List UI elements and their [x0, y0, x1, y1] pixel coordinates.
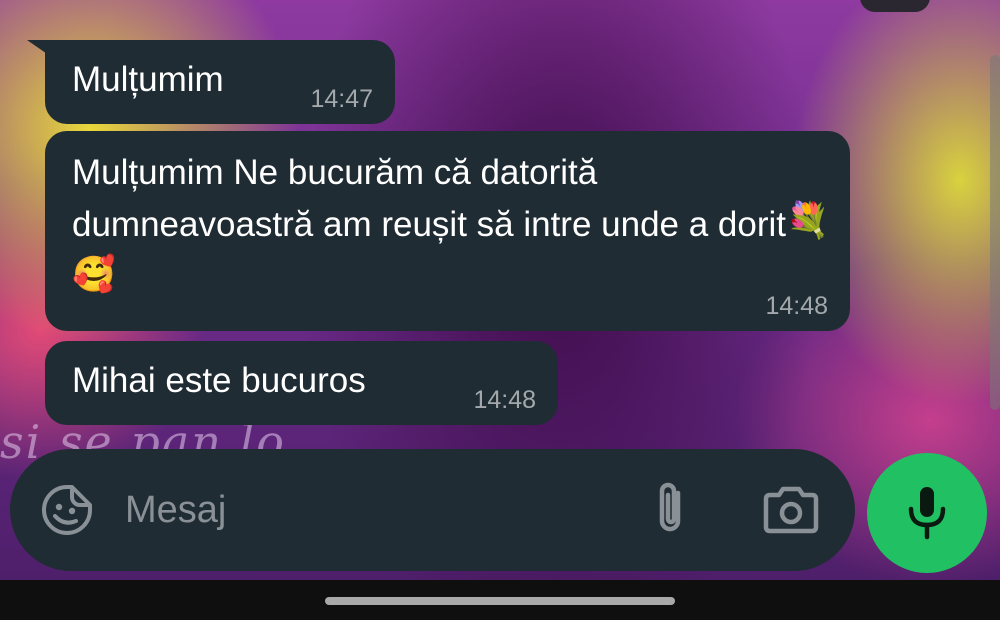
bouquet-emoji-icon: 💐 [786, 200, 830, 240]
message-time: 14:48 [765, 292, 828, 320]
smiling-face-with-hearts-emoji-icon: 🥰 [72, 254, 116, 294]
voice-record-button[interactable] [867, 453, 987, 573]
message-bubble[interactable]: Mulțumim Ne bucurăm că datorită dumneavo… [45, 131, 850, 331]
bubble-tail [27, 40, 53, 58]
sticker-icon[interactable] [40, 483, 94, 537]
message-text: Mulțumim Ne bucurăm că datorită dumneavo… [72, 153, 786, 244]
microphone-icon [908, 487, 946, 540]
camera-icon[interactable] [762, 485, 820, 535]
message-bubble[interactable]: Mihai este bucuros 14:48 [45, 341, 558, 425]
message-composer [10, 449, 855, 571]
message-input[interactable] [125, 485, 605, 535]
message-text: Mulțumim [72, 60, 224, 99]
message-text-wrap: Mulțumim Ne bucurăm că datorită dumneavo… [72, 147, 832, 307]
chat-scrollbar[interactable] [990, 55, 1000, 410]
message-bubble[interactable]: Mulțumim 14:47 [27, 40, 395, 124]
message-time: 14:48 [473, 386, 536, 414]
message-text: Mihai este bucuros [72, 361, 366, 400]
scroll-to-bottom-badge[interactable] [860, 0, 930, 12]
message-time: 14:47 [310, 85, 373, 113]
home-indicator[interactable] [325, 597, 675, 605]
paperclip-icon[interactable] [650, 479, 690, 539]
